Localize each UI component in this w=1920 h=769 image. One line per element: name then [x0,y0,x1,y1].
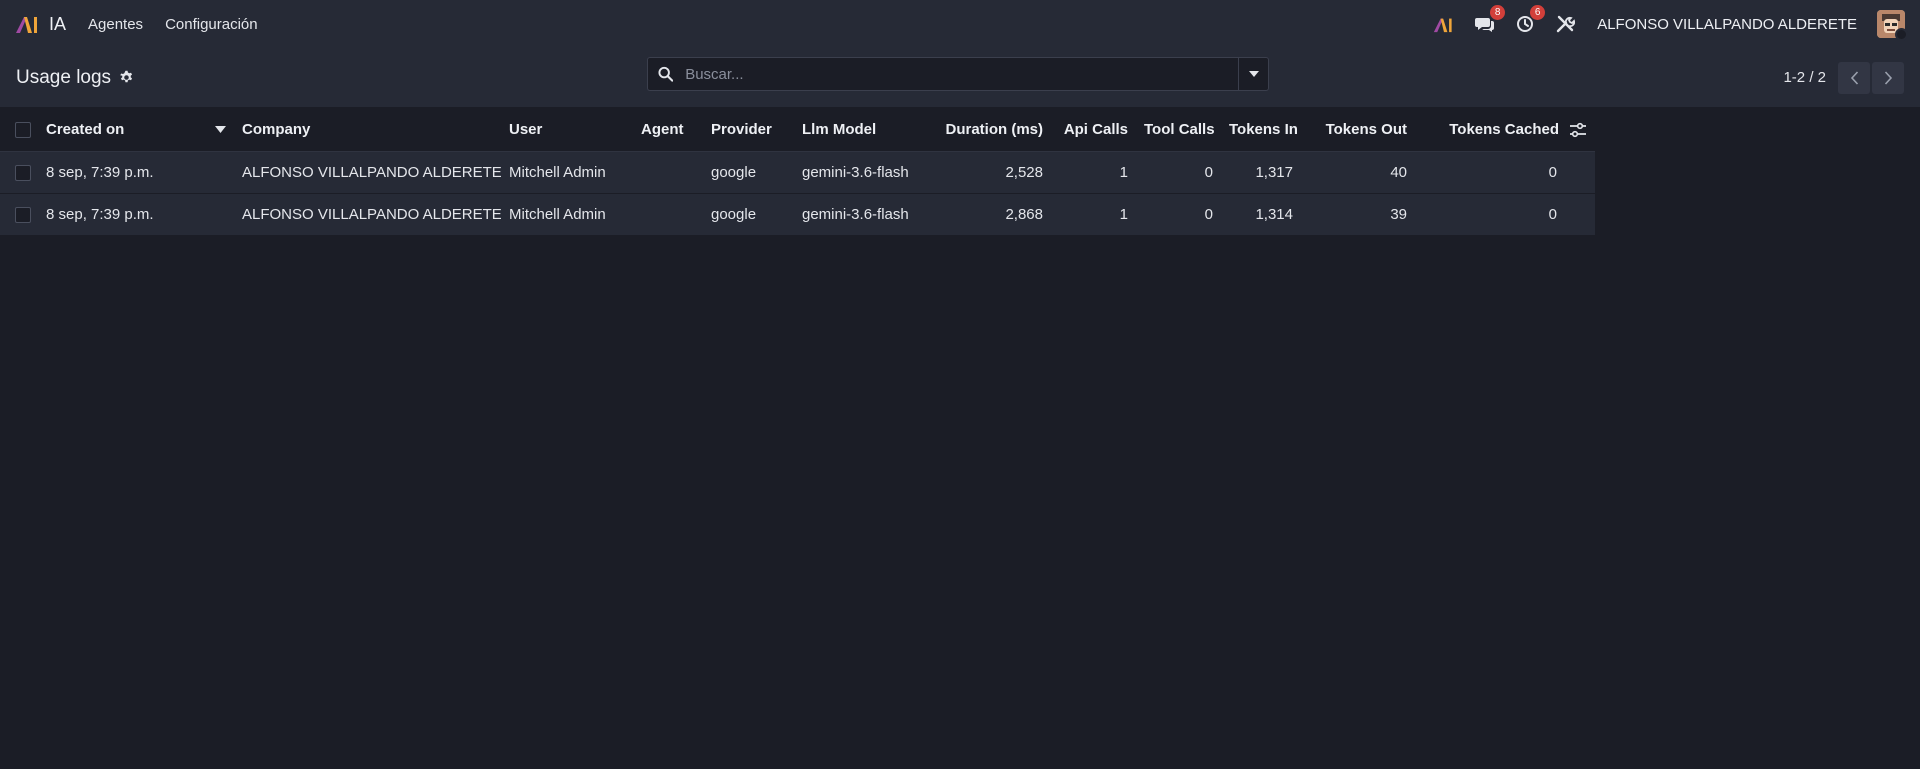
systray: 8 6 ALFONSO VILLALPANDO ALDERETE [1433,5,1908,41]
control-panel: Usage logs 1-2 / 2 [0,48,1920,108]
row-checkbox[interactable] [15,164,31,181]
cell-tool-calls: 0 [1204,163,1213,181]
cell-llm-model: gemini-3.6-flash [802,163,909,181]
app-brand[interactable]: IA [15,14,66,35]
page-title: Usage logs [16,66,112,88]
gear-icon[interactable] [119,70,134,85]
main-navbar: IA Agentes Configuración 8 6 ALFONSO VIL… [0,0,1920,48]
tools-icon [1556,15,1576,33]
select-all-checkbox[interactable] [15,122,31,139]
search-input[interactable] [683,64,1228,84]
column-header-api-calls[interactable]: Api Calls [1051,109,1136,152]
column-header-label: Tokens Cached [1449,121,1559,139]
cell-duration: 2,528 [1005,163,1043,181]
column-header-user[interactable]: User [501,109,633,152]
app-name: IA [49,13,67,34]
debug-button[interactable] [1555,14,1576,34]
cell-api-calls: 1 [1051,192,1136,235]
presence-indicator [1895,28,1908,41]
cell-provider: google [703,192,794,235]
column-header-created-on[interactable]: Created on [38,109,234,152]
avatar[interactable] [1877,10,1908,41]
cell-company: ALFONSO VILLALPANDO ALDERETE [242,163,501,181]
cell-tokens-in: 1,314 [1221,192,1301,235]
breadcrumb: Usage logs [16,67,134,89]
column-header-tokens-out[interactable]: Tokens Out [1301,109,1415,152]
row-select-cell [0,151,38,193]
messages-button[interactable]: 8 [1475,5,1506,34]
pager-buttons [1838,61,1904,94]
cell-tokens-out: 39 [1301,192,1415,235]
cell-api-calls: 1 [1119,163,1128,181]
list-view: Created on Company User Agent Provider L… [0,109,1595,235]
column-header-llm-model[interactable]: Llm Model [794,109,934,152]
search-options-toggle[interactable] [1238,57,1269,91]
cell-llm-model: gemini-3.6-flash [794,192,934,235]
pager: 1-2 / 2 [1783,61,1904,94]
cell-tokens-cached: 0 [1548,163,1557,181]
cell-tokens-out: 40 [1390,163,1407,181]
column-header-tokens-cached[interactable]: Tokens Cached [1415,109,1595,152]
cell-user: Mitchell Admin [509,163,606,181]
column-header-duration[interactable]: Duration (ms) [934,109,1051,152]
messages-count-badge: 8 [1490,5,1506,20]
cell-tool-calls: 0 [1136,192,1221,235]
table-row[interactable]: 8 sep, 7:39 p.m. ALFONSO VILLALPANDO ALD… [0,151,1595,193]
chevron-left-icon [1850,70,1858,85]
search-icon [658,66,674,82]
caret-down-icon [1248,71,1259,77]
menu-item-configuracion[interactable]: Configuración [165,16,258,33]
app-logo-icon [1434,18,1452,32]
row-checkbox[interactable] [15,206,31,223]
cell-tokens-cached: 0 [1415,192,1595,235]
pager-previous-button[interactable] [1838,61,1870,94]
search-box[interactable] [647,57,1238,91]
table-row[interactable]: 8 sep, 7:39 p.m. ALFONSO VILLALPANDO ALD… [0,192,1595,235]
cell-duration: 2,868 [934,192,1051,235]
column-header-agent[interactable]: Agent [633,109,703,152]
cell-created-on: 8 sep, 7:39 p.m. [38,192,234,235]
cell-provider: google [711,163,757,181]
pager-value[interactable]: 1-2 / 2 [1783,69,1826,86]
user-menu-name[interactable]: ALFONSO VILLALPANDO ALDERETE [1597,16,1857,33]
column-header-label: Created on [46,121,125,139]
pager-next-button[interactable] [1872,61,1904,94]
activities-count-badge: 6 [1530,5,1546,20]
cell-company: ALFONSO VILLALPANDO ALDERETE [234,192,501,235]
column-header-tokens-in[interactable]: Tokens In [1221,109,1301,152]
cell-agent [633,192,703,235]
sliders-icon[interactable] [1569,122,1587,138]
search-bar [647,57,1269,91]
select-all-header [0,109,38,152]
ai-systray-button[interactable] [1433,16,1455,33]
cell-tokens-in: 1,317 [1255,163,1293,181]
sort-desc-icon [215,126,226,134]
cell-created-on: 8 sep, 7:39 p.m. [46,163,154,181]
app-logo-icon [16,17,37,33]
column-header-company[interactable]: Company [234,109,501,152]
row-select-cell [0,192,38,235]
usage-logs-table: Created on Company User Agent Provider L… [0,109,1595,235]
cell-user: Mitchell Admin [501,192,633,235]
cell-agent [633,151,703,193]
menu-item-agentes[interactable]: Agentes [88,16,143,33]
activities-button[interactable]: 6 [1515,5,1546,34]
chevron-right-icon [1884,70,1892,85]
column-header-provider[interactable]: Provider [703,109,794,152]
table-header-row: Created on Company User Agent Provider L… [0,109,1595,152]
column-header-tool-calls[interactable]: Tool Calls [1136,109,1221,152]
